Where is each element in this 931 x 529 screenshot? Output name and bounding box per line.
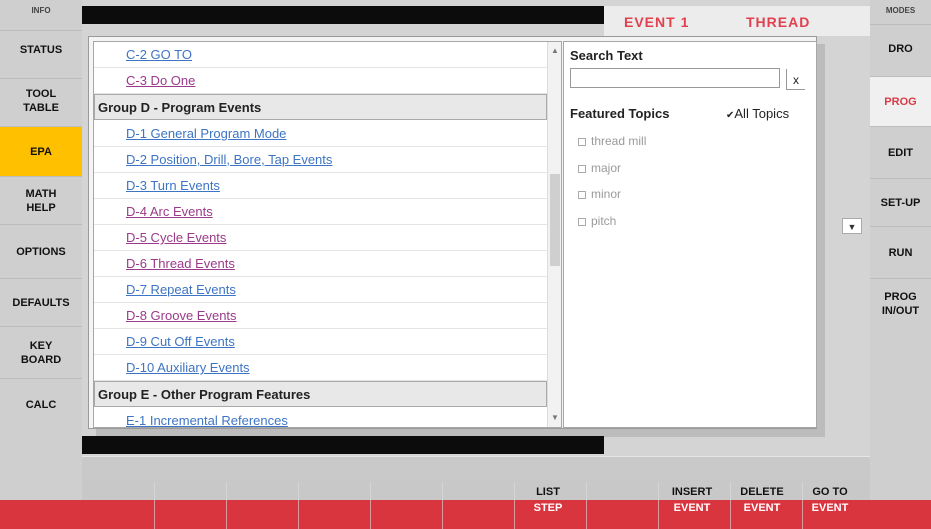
checkbox-icon <box>578 137 586 146</box>
options-button[interactable]: OPTIONS <box>0 224 82 278</box>
topic-link[interactable]: D-4 Arc Events <box>94 199 547 225</box>
search-title: Search Text <box>570 48 643 63</box>
topic-link[interactable]: D-2 Position, Drill, Bore, Tap Events <box>94 147 547 173</box>
softkey-divider <box>586 482 587 529</box>
delete-event-button[interactable]: DELETE EVENT <box>726 486 798 515</box>
featured-topic[interactable]: thread mill <box>578 134 646 148</box>
message-band <box>82 456 870 480</box>
top-black-bar <box>82 6 604 24</box>
group-header: Group D - Program Events <box>94 94 547 120</box>
checkbox-icon <box>578 217 586 226</box>
scroll-up-icon[interactable]: ▲ <box>548 44 561 58</box>
math-help-button[interactable]: MATH HELP <box>0 176 82 224</box>
event-number: EVENT 1 <box>624 14 690 30</box>
prog-in-out-button[interactable]: PROG IN/OUT <box>870 278 931 328</box>
setup-button[interactable]: SET-UP <box>870 178 931 226</box>
topic-link[interactable]: D-8 Groove Events <box>94 303 547 329</box>
checkbox-icon <box>578 190 586 199</box>
modes-header: MODES <box>885 6 916 15</box>
all-topics-label: All Topics <box>734 106 790 121</box>
search-panel: Search Text x Featured Topics ✔All Topic… <box>563 41 817 428</box>
topic-link[interactable]: D-3 Turn Events <box>94 173 547 199</box>
topic-link[interactable]: D-9 Cut Off Events <box>94 329 547 355</box>
all-topics-checkbox[interactable]: ✔All Topics <box>726 106 789 121</box>
help-dialog: C-2 GO TO C-3 Do One Group D - Program E… <box>88 36 817 429</box>
go-to-event-button[interactable]: GO TO EVENT <box>794 486 866 515</box>
softkey-divider <box>370 482 371 529</box>
softkey-divider <box>442 482 443 529</box>
softkey-divider <box>226 482 227 529</box>
list-scrollbar[interactable]: ▲ ▼ <box>547 42 561 427</box>
softkey-divider <box>154 482 155 529</box>
topic-link[interactable]: D-7 Repeat Events <box>94 277 547 303</box>
defaults-button[interactable]: DEFAULTS <box>0 278 82 326</box>
topic-link[interactable]: E-1 Incremental References <box>94 408 547 427</box>
info-header: INFO <box>31 6 51 15</box>
featured-topics-title: Featured Topics <box>570 106 670 121</box>
topic-link[interactable]: D-6 Thread Events <box>94 251 547 277</box>
topic-link[interactable]: C-3 Do One <box>94 68 547 94</box>
left-sidebar: INFO STATUS TOOL TABLE EPA MATH HELP OPT… <box>0 0 82 529</box>
keyboard-button[interactable]: KEY BOARD <box>0 326 82 378</box>
scroll-down-icon[interactable]: ▼ <box>548 411 561 425</box>
search-input[interactable] <box>570 68 780 88</box>
topic-link[interactable]: D-10 Auxiliary Events <box>94 355 547 381</box>
calc-button[interactable]: CALC <box>0 378 82 430</box>
prog-button[interactable]: PROG <box>870 76 931 126</box>
topics-list: C-2 GO TO C-3 Do One Group D - Program E… <box>93 41 562 428</box>
right-sidebar: MODES DRO PROG EDIT SET-UP RUN PROG IN/O… <box>870 0 931 529</box>
clear-search-button[interactable]: x <box>786 69 805 90</box>
topic-link[interactable]: D-5 Cycle Events <box>94 225 547 251</box>
insert-event-button[interactable]: INSERT EVENT <box>656 486 728 515</box>
tool-table-button[interactable]: TOOL TABLE <box>0 78 82 122</box>
edit-button[interactable]: EDIT <box>870 126 931 178</box>
scroll-thumb[interactable] <box>550 174 560 266</box>
softkey-divider <box>298 482 299 529</box>
event-type: THREAD <box>746 14 811 30</box>
bottom-black-bar <box>82 436 604 454</box>
status-button[interactable]: STATUS <box>0 30 82 68</box>
featured-topic[interactable]: major <box>578 161 621 175</box>
run-button[interactable]: RUN <box>870 226 931 278</box>
dro-button[interactable]: DRO <box>870 24 931 72</box>
group-header: Group E - Other Program Features <box>94 381 547 407</box>
list-step-button[interactable]: LIST STEP <box>512 486 584 515</box>
topic-link[interactable]: D-1 General Program Mode <box>94 121 547 147</box>
chevron-down-icon[interactable]: ▼ <box>842 218 862 234</box>
epa-button[interactable]: EPA <box>0 126 82 176</box>
featured-topic[interactable]: pitch <box>578 214 616 228</box>
checkbox-icon <box>578 164 586 173</box>
featured-topic[interactable]: minor <box>578 187 621 201</box>
topic-link[interactable]: C-2 GO TO <box>94 42 547 68</box>
event-header: EVENT 1 THREAD <box>604 6 870 36</box>
